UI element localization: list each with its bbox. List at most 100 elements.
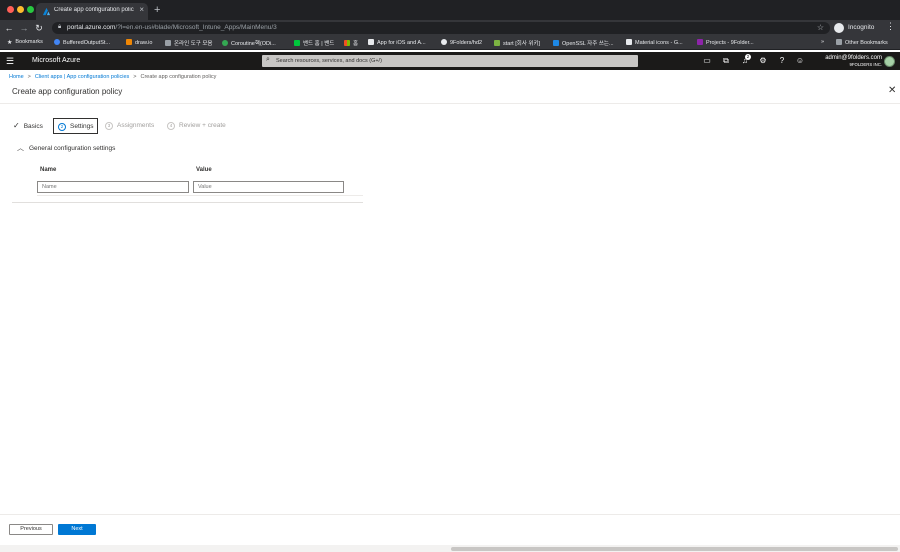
star-icon: ★ (7, 40, 13, 46)
close-tab-icon[interactable]: × (139, 5, 144, 14)
bookmark-favicon-icon (54, 39, 60, 45)
step-number: 4 (167, 122, 175, 130)
breadcrumb-home-link[interactable]: Home (9, 74, 24, 80)
chevron-right-icon: > (27, 74, 31, 80)
account-menu[interactable]: admin@9folders.com 9FOLDERS INC. (819, 55, 882, 68)
previous-button[interactable]: Previous (9, 524, 53, 535)
directory-filter-icon[interactable]: ⧉ (721, 56, 731, 66)
name-column-header: Name (40, 167, 57, 173)
horizontal-scrollbar[interactable] (0, 545, 900, 552)
other-bookmarks[interactable]: Other Bookmarks (836, 39, 888, 46)
avatar[interactable] (884, 56, 895, 67)
bookmark-favicon-icon (368, 39, 374, 45)
page-title: Create app configuration policy (12, 87, 123, 96)
divider (0, 514, 900, 515)
forward-icon[interactable]: → (19, 22, 29, 34)
next-button[interactable]: Next (58, 524, 96, 535)
general-settings-toggle[interactable]: ︿ General configuration settings (17, 143, 115, 153)
bookmark-item[interactable]: 밴드 홈 | 밴드 (294, 39, 334, 47)
step-assignments[interactable]: 3 Assignments (105, 122, 154, 138)
step-review-create[interactable]: 4 Review + create (167, 122, 226, 138)
bookmark-favicon-icon (165, 40, 171, 46)
user-email: admin@9folders.com (825, 55, 882, 61)
back-icon[interactable]: ← (4, 22, 14, 34)
bookmark-favicon-icon (626, 39, 632, 45)
address-bar[interactable]: 🔒︎ portal.azure.com/?l=en.en-us#blade/Mi… (52, 22, 830, 34)
step-label: Assignments (117, 122, 155, 129)
bookmark-item[interactable]: draw.io (126, 39, 152, 46)
bookmark-item[interactable]: 홈 (344, 39, 358, 47)
bookmark-item[interactable]: Projects - 9Folder... (697, 39, 754, 46)
divider (0, 103, 900, 104)
folder-icon (836, 39, 842, 45)
step-label: Review + create (179, 122, 226, 129)
chevron-right-icon: > (133, 74, 137, 80)
bookmark-favicon-icon (222, 40, 228, 46)
more-bookmarks-icon[interactable]: » (821, 39, 824, 45)
settings-gear-icon[interactable]: ⚙ (758, 56, 768, 66)
azure-icon (42, 7, 51, 16)
portal-menu-icon[interactable]: ☰ (6, 56, 14, 66)
help-icon[interactable]: ? (777, 56, 787, 66)
bookmark-favicon-icon (494, 40, 500, 46)
cloud-shell-icon[interactable]: ▭ (702, 56, 712, 66)
bookmark-favicon-icon (126, 39, 132, 45)
feedback-smiley-icon[interactable]: ☺ (795, 56, 805, 66)
bookmark-item[interactable]: ★ Bookmarks (7, 39, 43, 46)
step-basics[interactable]: ✓ Basics (13, 121, 43, 137)
minimize-window-button[interactable] (17, 6, 24, 13)
user-tenant: 9FOLDERS INC. (849, 62, 882, 67)
azure-top-bar: ☰ Microsoft Azure ⌕ Search resources, se… (0, 52, 900, 70)
step-number: 3 (105, 122, 113, 130)
divider (37, 195, 363, 196)
bookmark-item[interactable]: Coroutine핵(ODi... (222, 39, 276, 47)
reload-icon[interactable]: ↻ (34, 22, 44, 34)
bookmark-item[interactable]: start [회사 위키] (494, 39, 540, 47)
browser-toolbar: ← → ↻ 🔒︎ portal.azure.com/?l=en.en-us#bl… (0, 20, 900, 36)
checkmark-icon: ✓ (13, 121, 20, 130)
step-label: Settings (70, 123, 94, 130)
breadcrumb: Home > Client apps | App configuration pol… (9, 74, 216, 80)
breadcrumb-parent-link[interactable]: Client apps | App configuration policies (35, 74, 129, 80)
incognito-label: Incognito (848, 24, 875, 31)
value-column-header: Value (196, 167, 212, 173)
bookmark-item[interactable]: 9Folders/hd2 (441, 39, 482, 46)
browser-tab[interactable]: Create app configuration polic × (36, 3, 148, 20)
incognito-icon (834, 23, 844, 33)
bookmark-favicon-icon (553, 40, 559, 46)
github-icon (441, 39, 447, 45)
url-text: portal.azure.com/?l=en.en-us#blade/Micro… (67, 24, 277, 31)
microsoft-icon (344, 40, 350, 46)
breadcrumb-current: Create app configuration policy (140, 74, 217, 80)
setting-name-input[interactable] (37, 181, 189, 193)
step-settings[interactable]: 2 Settings (53, 118, 98, 134)
close-blade-icon[interactable]: ✕ (888, 85, 896, 96)
search-icon: ⌕ (266, 56, 270, 63)
bookmark-favicon-icon (294, 40, 300, 46)
azure-brand[interactable]: Microsoft Azure (32, 57, 80, 64)
notification-count-badge: 2 (745, 54, 751, 60)
bookmark-item[interactable]: OpenSSL 자주 쓰는... (553, 39, 614, 47)
lock-icon: 🔒︎ (58, 24, 62, 30)
step-number: 2 (58, 123, 66, 131)
chevron-up-icon: ︿ (17, 145, 24, 152)
search-placeholder: Search resources, services, and docs (G+… (276, 58, 382, 64)
setting-value-input[interactable] (193, 181, 344, 193)
bookmark-favicon-icon (697, 39, 703, 45)
new-tab-button[interactable]: + (154, 3, 160, 17)
tab-title: Create app configuration polic (54, 7, 134, 13)
bookmark-item[interactable]: BufferedOutputSt... (54, 39, 110, 46)
scrollbar-thumb[interactable] (451, 547, 898, 551)
browser-tab-strip: Create app configuration polic × + (0, 0, 900, 20)
browser-menu-icon[interactable]: ⋮ (886, 21, 895, 32)
section-title: General configuration settings (29, 145, 116, 152)
bookmark-star-icon[interactable]: ☆ (817, 23, 824, 32)
bookmarks-bar: ★ Bookmarks BufferedOutputSt... draw.io 온… (0, 36, 900, 50)
bookmark-item[interactable]: 온라인 도구 모음 (165, 39, 212, 47)
close-window-button[interactable] (7, 6, 14, 13)
bookmark-item[interactable]: Material icons - G... (626, 39, 683, 46)
bookmark-item[interactable]: App for iOS and A... (368, 39, 426, 46)
divider (12, 202, 363, 203)
global-search-box[interactable]: ⌕ Search resources, services, and docs (… (262, 55, 638, 67)
maximize-window-button[interactable] (27, 6, 34, 13)
